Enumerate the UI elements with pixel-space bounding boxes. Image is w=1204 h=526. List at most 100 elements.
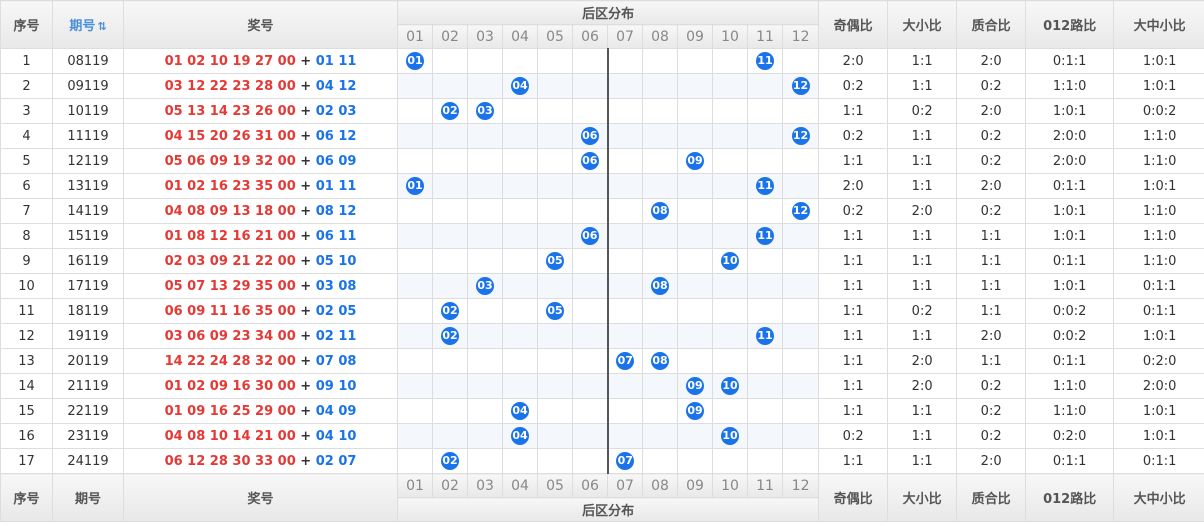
dist-cell: [642, 423, 678, 449]
dist-cell: 12: [781, 198, 820, 224]
dist-cell: [397, 398, 433, 424]
number-ball: 04: [511, 402, 529, 420]
dist-cell: [397, 423, 433, 449]
dist-cell: [397, 148, 433, 174]
draw-front-numbers: 06 09 11 16 35 00: [164, 303, 296, 319]
row-index: 6: [0, 173, 53, 199]
dist-cell: [537, 373, 573, 399]
dist-cell: [432, 423, 468, 449]
number-ball: 05: [546, 302, 564, 320]
ratio-cell: 1:1: [956, 248, 1027, 274]
dist-cell: [607, 148, 643, 174]
draw-back-numbers: 02 05: [315, 303, 357, 319]
number-ball: 03: [476, 277, 494, 295]
row-issue: 09119: [52, 73, 124, 99]
dist-cell: 05: [537, 298, 573, 324]
dist-cell: [747, 398, 783, 424]
draw-front-numbers: 05 06 09 19 32 00: [164, 153, 296, 169]
dist-cell: [432, 223, 468, 249]
back-num-footer: 06: [572, 473, 608, 498]
dist-cell: [781, 398, 820, 424]
ratio-cell: 1:1: [818, 323, 889, 349]
ratio-cell: 1:1: [818, 98, 889, 124]
dist-cell: [607, 423, 643, 449]
row-draw: 03 06 09 23 34 00 + 02 11: [123, 323, 398, 349]
dist-cell: [642, 48, 678, 74]
back-num-header: 10: [712, 24, 748, 49]
col-draw-header: 奖号: [123, 0, 398, 49]
dist-cell: [572, 423, 609, 449]
row-draw: 02 03 09 21 22 00 + 05 10: [123, 248, 398, 274]
table-row: 12 19119 03 06 09 23 34 00 + 02 11 02 11 1:1 1…: [0, 323, 1204, 349]
dist-cell: [677, 323, 713, 349]
dist-cell: [397, 248, 433, 274]
ratio-cell: 1:1:0: [1113, 223, 1204, 249]
dist-cell: [642, 98, 678, 124]
draw-back-numbers: 04 09: [315, 403, 357, 419]
dist-cell: [397, 373, 433, 399]
dist-cell: [502, 448, 538, 474]
dist-cell: [781, 148, 820, 174]
dist-cell: [397, 198, 433, 224]
dist-cell: 01: [397, 173, 433, 199]
dist-cell: [537, 348, 573, 374]
number-ball: 12: [791, 77, 810, 95]
col-ratio-big-small: 大小比: [887, 0, 958, 49]
dist-cell: [572, 273, 609, 299]
dist-cell: [572, 298, 609, 324]
dist-cell: [642, 73, 678, 99]
back-num-footer: 04: [502, 473, 538, 498]
dist-cell: [467, 148, 503, 174]
ratio-cell: 2:0: [887, 198, 958, 224]
ratio-cell: 1:1: [818, 448, 889, 474]
dist-cell: [397, 448, 433, 474]
col-issue-header[interactable]: 期号 ⇅: [52, 0, 124, 49]
number-ball: 12: [791, 127, 810, 145]
number-ball: 01: [406, 177, 424, 195]
ratio-cell: 2:0:0: [1025, 148, 1115, 174]
draw-front-numbers: 01 02 16 23 35 00: [164, 178, 296, 194]
dist-cell: [712, 298, 748, 324]
footer-ratio-header: 012路比: [1025, 473, 1115, 522]
table-row: 2 09119 03 12 22 23 28 00 + 04 12 04 12 0:2 1:…: [0, 73, 1204, 99]
draw-plus: +: [295, 253, 316, 269]
draw-front-numbers: 03 12 22 23 28 00: [164, 78, 296, 94]
table-row: 8 15119 01 08 12 16 21 00 + 06 11 06 11 1:1 1:…: [0, 223, 1204, 249]
dist-cell: [642, 123, 678, 149]
dist-cell: [747, 298, 783, 324]
dist-cell: [572, 173, 609, 199]
dist-cell: [467, 373, 503, 399]
dist-cell: [712, 323, 748, 349]
dist-cell: [432, 373, 468, 399]
back-num-footer: 12: [781, 473, 820, 498]
draw-plus: +: [295, 203, 316, 219]
dist-cell: [397, 223, 433, 249]
table-row: 13 20119 14 22 24 28 32 00 + 07 08 07 08 1:1 2…: [0, 348, 1204, 374]
number-ball: 02: [441, 327, 459, 345]
table-row: 6 13119 01 02 16 23 35 00 + 01 11 01 11 2:0 1:…: [0, 173, 1204, 199]
row-issue: 17119: [52, 273, 124, 299]
dist-cell: [781, 173, 820, 199]
ratio-cell: 1:1: [956, 223, 1027, 249]
row-issue: 20119: [52, 348, 124, 374]
sort-icon[interactable]: ⇅: [97, 20, 106, 33]
row-draw: 14 22 24 28 32 00 + 07 08: [123, 348, 398, 374]
dist-cell: [781, 248, 820, 274]
ratio-cell: 1:1: [818, 398, 889, 424]
ratio-cell: 0:2: [818, 198, 889, 224]
number-ball: 07: [616, 352, 635, 370]
row-issue: 14119: [52, 198, 124, 224]
ratio-cell: 1:0:1: [1113, 73, 1204, 99]
dist-cell: [537, 423, 573, 449]
dist-cell: [781, 298, 820, 324]
table-row: 4 11119 04 15 20 26 31 00 + 06 12 06 12 0:2 1:…: [0, 123, 1204, 149]
dist-cell: [781, 48, 820, 74]
back-num-header: 11: [747, 24, 783, 49]
back-num-footer: 10: [712, 473, 748, 498]
dist-cell: [502, 173, 538, 199]
footer-index: 序号: [0, 473, 53, 522]
row-issue: 15119: [52, 223, 124, 249]
back-num-footer: 03: [467, 473, 503, 498]
dist-cell: [607, 173, 643, 199]
ratio-cell: 0:0:2: [1025, 298, 1115, 324]
